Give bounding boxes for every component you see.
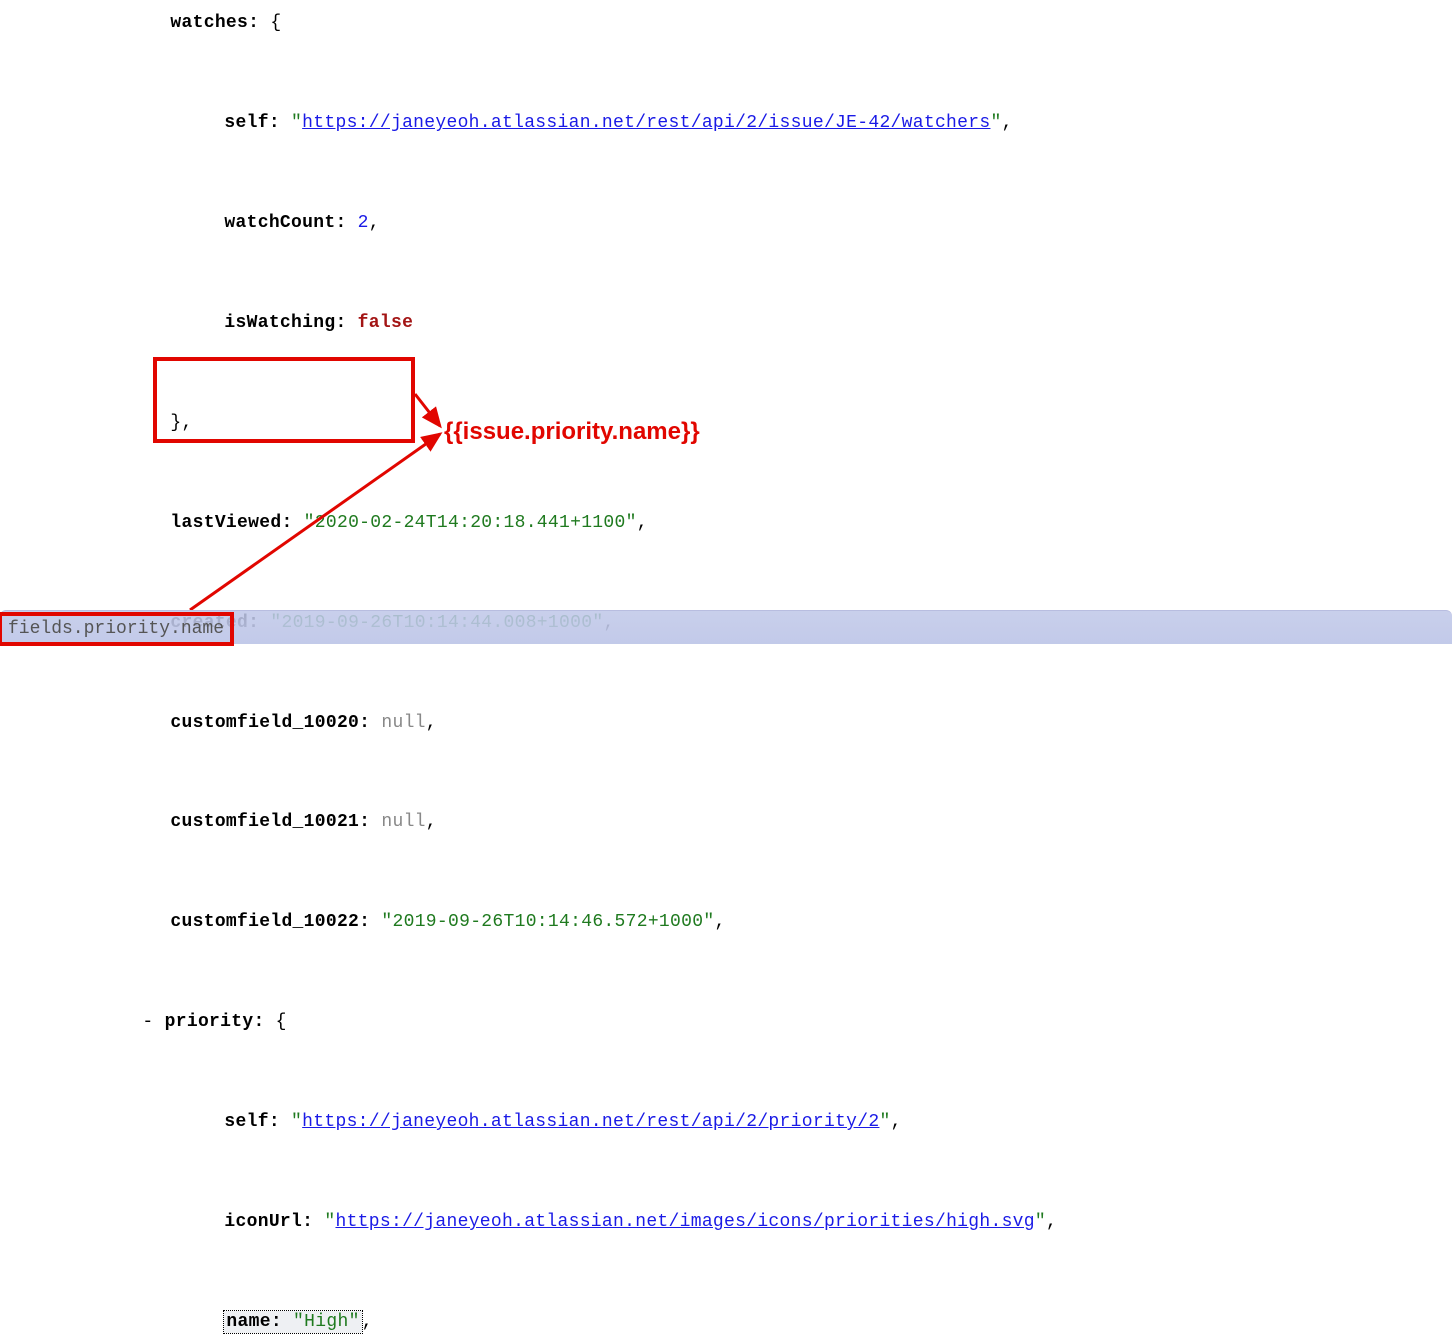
json-line: }, — [0, 374, 1452, 474]
comma: , — [1002, 113, 1013, 133]
json-viewer: watches: { self: "https://janeyeoh.atlas… — [0, 0, 1452, 1340]
key-lastviewed: lastViewed: — [170, 513, 292, 533]
comma: , — [714, 912, 725, 932]
json-line: customfield_10022: "2019-09-26T10:14:46.… — [0, 873, 1452, 973]
comma: , — [637, 513, 648, 533]
status-path-text: fields.priority.name — [8, 619, 224, 639]
value-priority-name: High — [304, 1312, 348, 1332]
annotation-text: {{issue.priority.name}} — [444, 418, 700, 446]
link-priority-self[interactable]: https://janeyeoh.atlassian.net/rest/api/… — [302, 1112, 879, 1132]
value-watchcount: 2 — [358, 213, 369, 233]
json-line: iconUrl: "https://janeyeoh.atlassian.net… — [0, 1173, 1452, 1273]
value-cf10021: null — [381, 812, 425, 832]
key-iswatching: isWatching: — [224, 313, 346, 333]
value-iswatching: false — [358, 313, 414, 333]
status-path-highlight: fields.priority.name — [0, 612, 234, 646]
json-line: watchCount: 2, — [0, 174, 1452, 274]
key-watches: watches: — [170, 13, 259, 33]
key-name: name: — [226, 1312, 282, 1332]
value-cf10022: 2019-09-26T10:14:46.572+1000 — [392, 912, 703, 932]
comma: , — [426, 812, 437, 832]
json-line-priority: - priority: { — [0, 973, 1452, 1073]
key-iconurl: iconUrl: — [224, 1212, 313, 1232]
json-line: self: "https://janeyeoh.atlassian.net/re… — [0, 1073, 1452, 1173]
key-priority: priority: — [165, 1012, 265, 1032]
key-cf10022: customfield_10022: — [170, 912, 370, 932]
key-priority-self: self: — [224, 1112, 280, 1132]
brace-open: { — [276, 1012, 287, 1032]
json-line-priority-name: name: "High", — [0, 1273, 1452, 1340]
comma: , — [369, 213, 380, 233]
value-cf10020: null — [381, 713, 425, 733]
key-self: self: — [224, 113, 280, 133]
json-line: self: "https://janeyeoh.atlassian.net/re… — [0, 74, 1452, 174]
key-cf10020: customfield_10020: — [170, 713, 370, 733]
brace-open: { — [270, 13, 281, 33]
comma: , — [426, 713, 437, 733]
json-line: lastViewed: "2020-02-24T14:20:18.441+110… — [0, 473, 1452, 573]
comma: , — [362, 1312, 373, 1332]
brace-close: }, — [170, 413, 192, 433]
comma: , — [891, 1112, 902, 1132]
key-cf10021: customfield_10021: — [170, 812, 370, 832]
selected-property[interactable]: name: "High" — [224, 1311, 361, 1333]
json-line: isWatching: false — [0, 274, 1452, 374]
link-iconurl[interactable]: https://janeyeoh.atlassian.net/images/ic… — [335, 1212, 1034, 1232]
json-line: customfield_10020: null, — [0, 673, 1452, 773]
json-line: customfield_10021: null, — [0, 773, 1452, 873]
key-watchcount: watchCount: — [224, 213, 346, 233]
comma: , — [1046, 1212, 1057, 1232]
link-watches-self[interactable]: https://janeyeoh.atlassian.net/rest/api/… — [302, 113, 990, 133]
value-lastviewed: 2020-02-24T14:20:18.441+1100 — [315, 513, 626, 533]
json-line: watches: { — [0, 0, 1452, 74]
collapse-toggle[interactable]: - — [142, 1012, 153, 1032]
